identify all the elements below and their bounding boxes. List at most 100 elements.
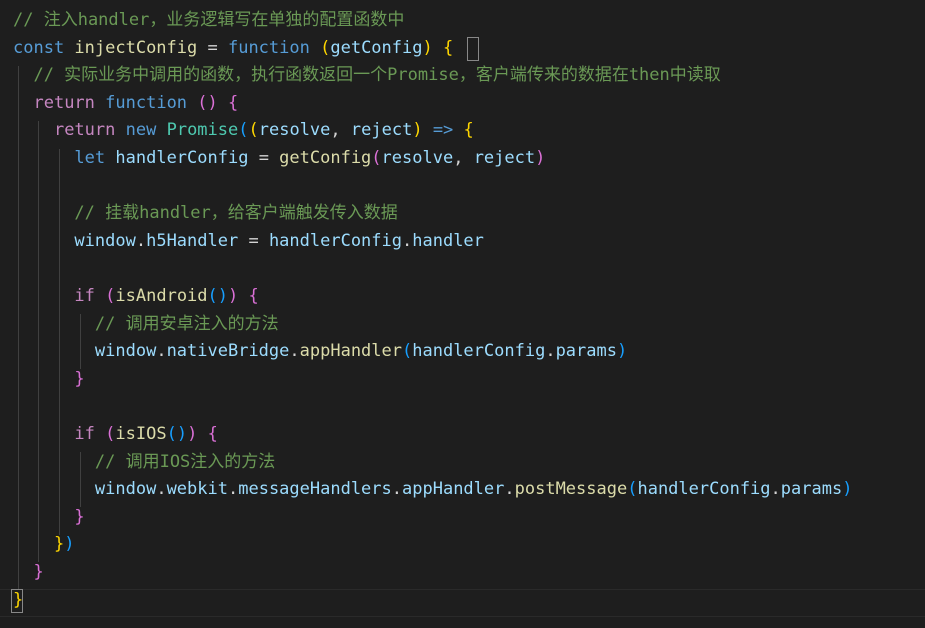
code-token: // 注入handler，业务逻辑写在单独的配置函数中 (13, 10, 405, 30)
code-token: handlerConfig (268, 230, 402, 251)
code-token: ) (187, 424, 198, 444)
code-token: window (94, 341, 157, 362)
code-token: postMessage (514, 479, 628, 500)
code-line[interactable]: // 挂载handler，给客户端触发传入数据 (13, 200, 398, 228)
code-token: } (74, 506, 85, 527)
code-token: { (207, 424, 218, 444)
code-editor[interactable]: // 注入handler，业务逻辑写在单独的配置函数中 const injectC… (0, 0, 925, 628)
code-line[interactable]: // 调用IOS注入的方法 (13, 449, 275, 477)
code-token: { (463, 120, 474, 141)
code-line[interactable]: // 调用安卓注入的方法 (13, 311, 279, 339)
code-token: return (33, 92, 95, 113)
code-token: ) (616, 341, 628, 362)
code-line[interactable]: } (13, 559, 44, 587)
code-token: params (780, 479, 843, 500)
code-line[interactable]: return new Promise((resolve, reject) => … (13, 117, 474, 145)
code-token: , (330, 120, 351, 141)
code-token: ) (535, 148, 546, 168)
code-token: () (166, 424, 188, 444)
code-token: ( (105, 424, 116, 444)
code-token: ) (422, 37, 433, 58)
code-token: getConfig (279, 148, 372, 168)
code-token: ( (248, 120, 259, 141)
code-token: , (453, 148, 474, 168)
code-token: . (289, 341, 300, 362)
code-line[interactable]: } (13, 587, 23, 615)
code-line[interactable]: }) (13, 531, 75, 559)
code-token: h5Handler (146, 230, 239, 251)
code-token: reject (473, 148, 536, 168)
code-token: . (135, 230, 147, 251)
code-token: resolve (381, 148, 454, 168)
code-line[interactable]: return function () { (13, 90, 238, 118)
code-line[interactable]: if (isAndroid()) { (13, 283, 259, 311)
code-line[interactable]: window.h5Handler = handlerConfig.handler (13, 228, 484, 256)
code-token: ( (238, 120, 249, 141)
code-token: { (228, 92, 239, 113)
code-token: => (432, 120, 454, 141)
code-token: ( (371, 148, 382, 168)
code-token: = (238, 230, 269, 251)
code-token: } (53, 534, 65, 555)
code-token: appHandler (402, 479, 505, 500)
code-token: . (156, 479, 167, 500)
code-token: ) (842, 479, 853, 500)
code-token: . (391, 479, 403, 500)
code-line[interactable]: window.nativeBridge.appHandler(handlerCo… (13, 338, 627, 366)
code-token: { (248, 286, 259, 306)
code-token: appHandler (299, 341, 402, 362)
code-token: // 调用安卓注入的方法 (13, 313, 279, 334)
code-token: ( (320, 37, 331, 58)
code-token: } (33, 562, 44, 582)
code-token: . (545, 341, 556, 362)
code-token: // 挂载handler，给客户端触发传入数据 (13, 203, 398, 224)
code-token: const (13, 37, 75, 58)
code-token: function (227, 37, 310, 58)
code-line[interactable]: if (isIOS()) { (13, 421, 218, 449)
code-line[interactable]: } (13, 504, 85, 532)
code-token: handler (412, 230, 484, 251)
code-token: webkit (166, 479, 228, 500)
code-token: window (74, 230, 136, 251)
code-token: } (13, 589, 24, 610)
code-line[interactable]: } (13, 366, 84, 394)
matched-bracket-open (467, 37, 479, 61)
code-token: = (248, 148, 280, 168)
code-line[interactable]: // 注入handler，业务逻辑写在单独的配置函数中 (13, 7, 404, 35)
code-token: if (74, 286, 95, 306)
code-token: handlerConfig (115, 148, 249, 168)
code-token: params (555, 341, 617, 362)
code-token: injectConfig (74, 37, 198, 58)
code-token: = (197, 37, 228, 58)
code-line[interactable]: window.webkit.messageHandlers.appHandler… (13, 476, 853, 504)
code-line[interactable]: let handlerConfig = getConfig(resolve, r… (13, 145, 545, 173)
code-token: . (156, 341, 167, 362)
code-line[interactable]: const injectConfig = function (getConfig… (13, 35, 453, 63)
code-token: new (125, 120, 157, 141)
code-token: () (207, 286, 229, 306)
code-token: ( (402, 341, 413, 362)
code-token: // 调用IOS注入的方法 (13, 451, 276, 472)
current-line-highlight (0, 589, 925, 617)
code-line[interactable]: // 实际业务中调用的函数，执行函数返回一个Promise，客户端传来的数据在t… (13, 62, 720, 90)
code-token: let (74, 148, 106, 168)
code-token: () (197, 92, 218, 113)
code-token: { (442, 37, 454, 58)
